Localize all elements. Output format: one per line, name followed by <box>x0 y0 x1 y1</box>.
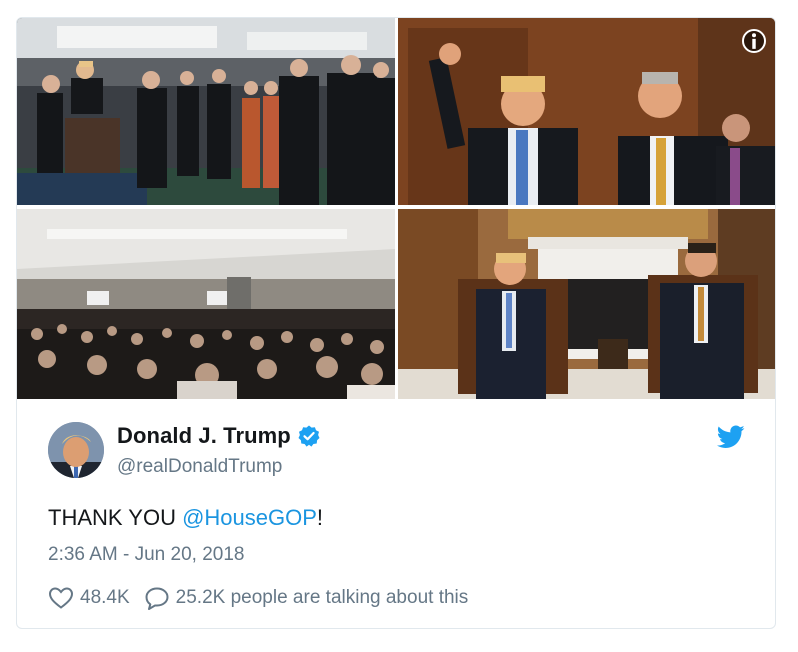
tweet-embed-card[interactable]: Donald J. Trump @realDonaldTrump THANK Y… <box>16 17 776 629</box>
tweet-timestamp[interactable]: 2:36 AM - Jun 20, 2018 <box>48 544 244 566</box>
avatar[interactable] <box>48 422 104 478</box>
verified-badge-icon <box>297 424 321 448</box>
photo-3[interactable] <box>17 209 395 399</box>
twitter-bird-icon[interactable] <box>716 425 745 449</box>
author-handle[interactable]: @realDonaldTrump <box>117 456 282 478</box>
photo-1[interactable] <box>17 18 395 205</box>
tweet-actions: 48.4K 25.2K people are talking about thi… <box>48 586 468 610</box>
photo-2[interactable] <box>398 18 775 205</box>
tweet-text-start: THANK YOU <box>48 505 183 530</box>
talking-count: 25.2K people are talking about this <box>175 587 469 608</box>
tweet-text-end: ! <box>316 505 324 530</box>
photo-grid <box>17 18 775 399</box>
like-button[interactable]: 48.4K <box>48 586 130 610</box>
info-icon[interactable] <box>742 29 766 53</box>
author-name[interactable]: Donald J. Trump <box>117 423 291 449</box>
tweet-text: THANK YOU @HouseGOP! <box>48 505 323 531</box>
mention-link[interactable]: @HouseGOP <box>182 505 317 530</box>
speech-bubble-icon <box>145 587 169 610</box>
tweet-body: Donald J. Trump @realDonaldTrump THANK Y… <box>17 399 775 628</box>
conversation-button[interactable]: 25.2K people are talking about this <box>144 586 469 610</box>
like-count: 48.4K <box>80 587 130 608</box>
heart-icon <box>48 587 74 609</box>
photo-4[interactable] <box>398 209 775 399</box>
